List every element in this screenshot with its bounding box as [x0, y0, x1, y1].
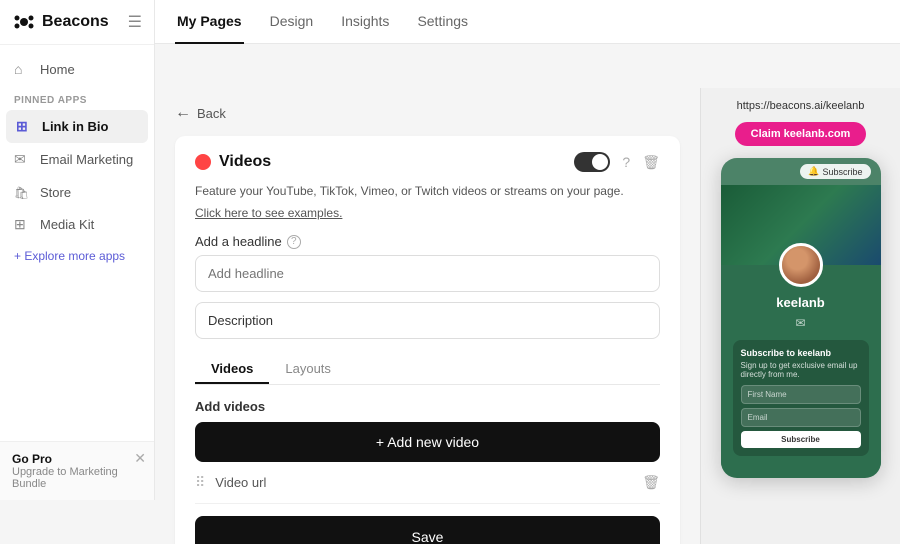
- sidebar-header: Beacons ☰: [0, 0, 154, 45]
- sidebar-link-in-bio-label: Link in Bio: [42, 119, 108, 134]
- phone-background: [721, 185, 881, 265]
- add-video-button[interactable]: + Add new video: [195, 422, 660, 462]
- footer-title: Go Pro: [12, 452, 142, 466]
- videos-card: Videos ? 🗑 Feature your YouTube, TikTok,…: [175, 136, 680, 544]
- subscribe-card-desc: Sign up to get exclusive email up direct…: [741, 361, 861, 379]
- sidebar-nav: Home PINNED APPS ⊞ Link in Bio Email Mar…: [0, 45, 154, 441]
- content-panel: ← Back Videos ? 🗑 Feature your YouTube, …: [155, 88, 700, 544]
- back-label: Back: [197, 106, 226, 121]
- subscribe-card-title: Subscribe to keelanb: [741, 348, 861, 358]
- phone-content: keelanb ✉ Subscribe to keelanb Sign up t…: [721, 265, 881, 466]
- phone-subscribe-button: Subscribe: [741, 431, 861, 448]
- sidebar-item-store[interactable]: Store: [0, 176, 154, 208]
- tab-my-pages[interactable]: My Pages: [175, 0, 244, 44]
- avatar: [779, 243, 823, 287]
- sidebar: Beacons ☰ Home PINNED APPS ⊞ Link in Bio…: [0, 0, 155, 500]
- preview-panel: https://beacons.ai/keelanb Claim keelanb…: [700, 88, 900, 544]
- description-text: Feature your YouTube, TikTok, Vimeo, or …: [195, 182, 660, 200]
- headline-help-icon[interactable]: ?: [287, 235, 301, 249]
- claim-button[interactable]: Claim keelanb.com: [735, 122, 867, 146]
- phone-top-bar: 🔔 Subscribe: [721, 158, 881, 185]
- card-actions: ? 🗑: [574, 152, 660, 172]
- sidebar-item-email-marketing[interactable]: Email Marketing: [0, 143, 154, 176]
- headline-label-text: Add a headline: [195, 234, 282, 249]
- video-delete-icon[interactable]: 🗑: [642, 474, 660, 491]
- back-link[interactable]: ← Back: [175, 104, 680, 122]
- sidebar-store-label: Store: [40, 185, 71, 200]
- headline-label-row: Add a headline ?: [195, 234, 660, 249]
- headline-input[interactable]: [195, 255, 660, 292]
- explore-apps-link[interactable]: + Explore more apps: [0, 241, 154, 271]
- description-field-label: Description: [208, 313, 273, 328]
- avatar-image: [782, 246, 820, 284]
- sidebar-media-kit-label: Media Kit: [40, 217, 94, 232]
- card-header: Videos ? 🗑: [195, 152, 660, 172]
- tab-insights[interactable]: Insights: [339, 0, 391, 44]
- bell-icon: 🔔: [808, 166, 819, 177]
- inner-tabs: Videos Layouts: [195, 353, 660, 385]
- sidebar-home-label: Home: [40, 62, 75, 77]
- store-icon: [14, 184, 32, 200]
- subscribe-pill: 🔔 Subscribe: [800, 164, 870, 179]
- drag-handle-icon[interactable]: ⠿: [195, 474, 205, 491]
- add-videos-label: Add videos: [195, 399, 660, 414]
- video-url-text: Video url: [215, 475, 632, 490]
- phone-preview: 🔔 Subscribe keelanb ✉ Subscribe to keela…: [721, 158, 881, 478]
- first-name-field: First Name: [741, 385, 861, 404]
- brand-logo[interactable]: Beacons: [12, 10, 109, 34]
- sidebar-email-label: Email Marketing: [40, 152, 133, 167]
- close-footer-icon[interactable]: ✕: [134, 450, 146, 467]
- record-icon: [195, 154, 211, 170]
- preview-url: https://beacons.ai/keelanb: [729, 100, 873, 112]
- footer-subtitle: Upgrade to Marketing Bundle: [12, 466, 142, 490]
- media-kit-icon: [14, 216, 32, 233]
- main: ← Back Videos ? 🗑 Feature your YouTube, …: [155, 88, 900, 544]
- beacons-logo-icon: [12, 10, 36, 34]
- help-circle-icon[interactable]: ?: [622, 154, 630, 170]
- tab-settings[interactable]: Settings: [415, 0, 470, 44]
- menu-icon[interactable]: ☰: [128, 12, 142, 32]
- toggle-switch[interactable]: [574, 152, 610, 172]
- subscribe-pill-label: Subscribe: [822, 167, 862, 177]
- sidebar-item-media-kit[interactable]: Media Kit: [0, 208, 154, 241]
- email-field: Email: [741, 408, 861, 427]
- brand-name: Beacons: [42, 13, 109, 31]
- video-row: ⠿ Video url 🗑: [195, 462, 660, 504]
- tab-design[interactable]: Design: [268, 0, 316, 44]
- phone-mail-icon: ✉: [733, 316, 869, 330]
- phone-username: keelanb: [733, 295, 869, 310]
- subscribe-card: Subscribe to keelanb Sign up to get excl…: [733, 340, 869, 456]
- description-link[interactable]: Click here to see examples.: [195, 206, 342, 220]
- save-button[interactable]: Save: [195, 516, 660, 544]
- card-title: Videos: [219, 153, 271, 171]
- back-arrow-icon: ←: [175, 104, 191, 122]
- card-title-row: Videos: [195, 153, 271, 171]
- topbar: My Pages Design Insights Settings: [155, 0, 900, 44]
- headline-section: Add a headline ?: [195, 234, 660, 292]
- link-icon: ⊞: [16, 118, 34, 135]
- tab-layouts[interactable]: Layouts: [269, 353, 347, 384]
- pinned-apps-label: PINNED APPS: [0, 85, 154, 110]
- add-video-btn-label: + Add new video: [376, 434, 479, 450]
- delete-icon[interactable]: 🗑: [642, 154, 660, 171]
- tab-videos[interactable]: Videos: [195, 353, 269, 384]
- description-field[interactable]: Description: [195, 302, 660, 339]
- sidebar-item-link-in-bio[interactable]: ⊞ Link in Bio: [6, 110, 148, 143]
- email-icon: [14, 151, 32, 168]
- sidebar-footer: Go Pro Upgrade to Marketing Bundle ✕: [0, 441, 154, 500]
- home-icon: [14, 61, 32, 77]
- sidebar-item-home[interactable]: Home: [0, 53, 154, 85]
